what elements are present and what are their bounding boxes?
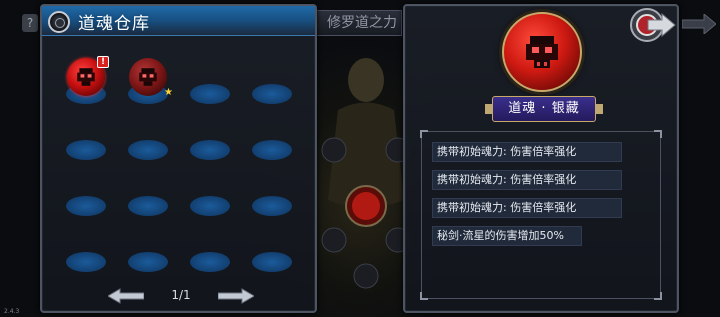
soul-slot[interactable]	[190, 140, 230, 160]
frame-corner	[420, 130, 428, 138]
soul-slot[interactable]	[128, 140, 168, 160]
effect-line: 携带初始魂力: 伤害倍率强化	[432, 142, 622, 162]
soul-storage-panel: 道魂仓库 ! ★ 1/1	[40, 4, 317, 313]
back-arrow-icon	[682, 14, 716, 34]
skull-emblem-icon	[139, 68, 157, 86]
soul-slot[interactable]	[190, 84, 230, 104]
soul-slot[interactable]	[128, 196, 168, 216]
soul-slot[interactable]	[252, 252, 292, 272]
soul-slot[interactable]	[190, 196, 230, 216]
version-label: 2.4.3	[4, 308, 20, 315]
soul-slot[interactable]	[66, 196, 106, 216]
effect-line: 携带初始魂力: 伤害倍率强化	[432, 170, 622, 190]
star-badge: ★	[164, 87, 173, 98]
effects-box: 携带初始魂力: 伤害倍率强化 携带初始魂力: 伤害倍率强化 携带初始魂力: 伤害…	[420, 130, 662, 300]
soul-detail-panel: 道魂 · 银藏 携带初始魂力: 伤害倍率强化 携带初始魂力: 伤害倍率强化 携带…	[403, 4, 679, 313]
frame-corner	[654, 130, 662, 138]
skull-emblem-icon	[526, 36, 558, 68]
effect-line: 携带初始魂力: 伤害倍率强化	[432, 198, 622, 218]
page-indicator: 1/1	[171, 288, 191, 302]
soul-slot[interactable]	[190, 252, 230, 272]
soul-slot-grid: ! ★	[66, 56, 298, 272]
skull-emblem-icon	[77, 68, 95, 86]
soul-slot[interactable]	[128, 252, 168, 272]
new-alert-badge: !	[97, 56, 109, 68]
background-tab-label: 修罗道之力	[312, 10, 402, 36]
storage-title: 道魂仓库	[78, 14, 150, 34]
effect-line: 秘剑·流星的伤害增加50%	[432, 226, 582, 246]
soul-name: 道魂 · 银藏	[508, 101, 580, 116]
soul-item[interactable]	[129, 58, 167, 96]
pagination: 1/1	[108, 286, 254, 306]
soul-slot[interactable]	[252, 84, 292, 104]
ring-icon	[48, 11, 70, 33]
frame-corner	[420, 292, 428, 300]
prev-page-arrow-icon[interactable]	[108, 288, 144, 304]
help-button[interactable]: ?	[22, 14, 38, 32]
next-page-arrow-icon[interactable]	[218, 288, 254, 304]
soul-slot[interactable]	[252, 196, 292, 216]
soul-slot[interactable]	[66, 252, 106, 272]
frame-corner	[654, 292, 662, 300]
close-button[interactable]	[628, 6, 676, 44]
soul-name-plate: 道魂 · 银藏	[485, 96, 603, 122]
soul-slot[interactable]	[252, 140, 292, 160]
soul-slot[interactable]	[66, 140, 106, 160]
storage-header: 道魂仓库	[42, 6, 315, 36]
background-character-figure	[321, 58, 411, 289]
selected-soul-icon	[502, 12, 582, 92]
